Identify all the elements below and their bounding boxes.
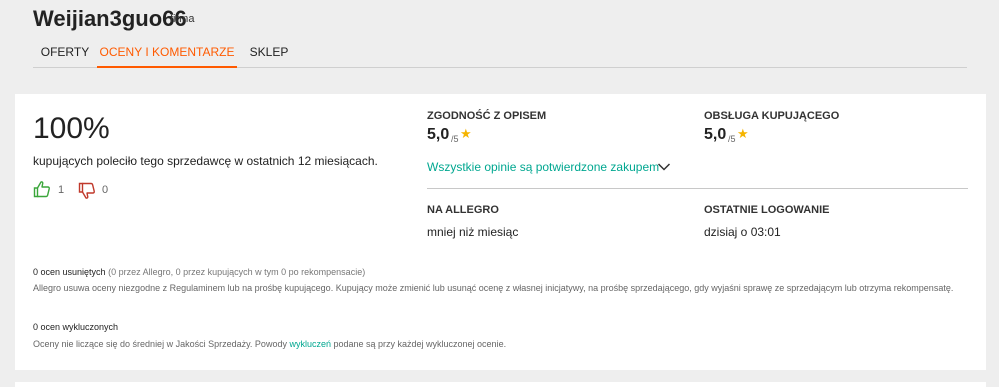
chevron-down-icon[interactable] xyxy=(657,160,671,174)
excluded-ratings-text: Oceny nie liczące się do średniej w Jako… xyxy=(33,336,963,353)
excluded-text-before: Oceny nie liczące się do średniej w Jako… xyxy=(33,339,290,349)
removed-ratings-title: 0 ocen usuniętych (0 przez Allegro, 0 pr… xyxy=(33,267,365,277)
recommend-text: kupujących poleciło tego sprzedawcę w os… xyxy=(33,154,378,168)
last-login-value: dzisiaj o 03:01 xyxy=(704,225,781,239)
tab-bar: OFERTY OCENY I KOMENTARZE SKLEP xyxy=(33,38,967,68)
on-allegro-value: mniej niż miesiąc xyxy=(427,225,519,239)
recommend-percent: 100% xyxy=(33,112,110,145)
on-allegro-label: NA ALLEGRO xyxy=(427,204,499,216)
description-match-value: 5,0 xyxy=(427,126,450,143)
seller-header: Weijian3guo66 firma OFERTY OCENY I KOMEN… xyxy=(0,0,999,85)
thumb-up-icon[interactable] xyxy=(33,180,51,198)
verified-reviews-link[interactable]: Wszystkie opinie są potwierdzone zakupem xyxy=(427,160,659,174)
divider xyxy=(427,188,968,189)
tab-oceny-i-komentarze[interactable]: OCENY I KOMENTARZE xyxy=(97,38,237,68)
removed-ratings-text: Allegro usuwa oceny niezgodne z Regulami… xyxy=(33,283,954,293)
ratings-card: 100% kupujących poleciło tego sprzedawcę… xyxy=(15,94,986,370)
positive-count: 1 xyxy=(58,184,65,196)
removed-ratings-detail: (0 przez Allegro, 0 przez kupujących w t… xyxy=(108,267,366,277)
thumb-down-icon[interactable] xyxy=(78,182,96,200)
seller-type: firma xyxy=(170,13,195,25)
buyer-service-value: 5,0 xyxy=(704,126,727,143)
excluded-text-after: podane są przy każdej wykluczonej ocenie… xyxy=(330,339,507,349)
removed-ratings-count: 0 ocen usuniętych xyxy=(33,267,106,277)
buyer-service-suffix: /5 xyxy=(728,134,736,144)
next-card xyxy=(15,382,986,387)
excluded-ratings-title: 0 ocen wykluczonych xyxy=(33,322,119,332)
negative-count: 0 xyxy=(102,184,109,196)
tab-sklep[interactable]: SKLEP xyxy=(237,38,301,68)
tab-oferty[interactable]: OFERTY xyxy=(33,38,97,68)
star-icon: ★ xyxy=(460,126,472,141)
exclusions-link[interactable]: wykluczeń xyxy=(289,339,331,349)
buyer-service-label: OBSŁUGA KUPUJĄCEGO xyxy=(704,110,840,122)
seller-name: Weijian3guo66 xyxy=(33,6,187,31)
star-icon: ★ xyxy=(737,126,749,141)
description-match-label: ZGODNOŚĆ Z OPISEM xyxy=(427,110,547,122)
last-login-label: OSTATNIE LOGOWANIE xyxy=(704,204,830,216)
description-match-suffix: /5 xyxy=(451,134,459,144)
